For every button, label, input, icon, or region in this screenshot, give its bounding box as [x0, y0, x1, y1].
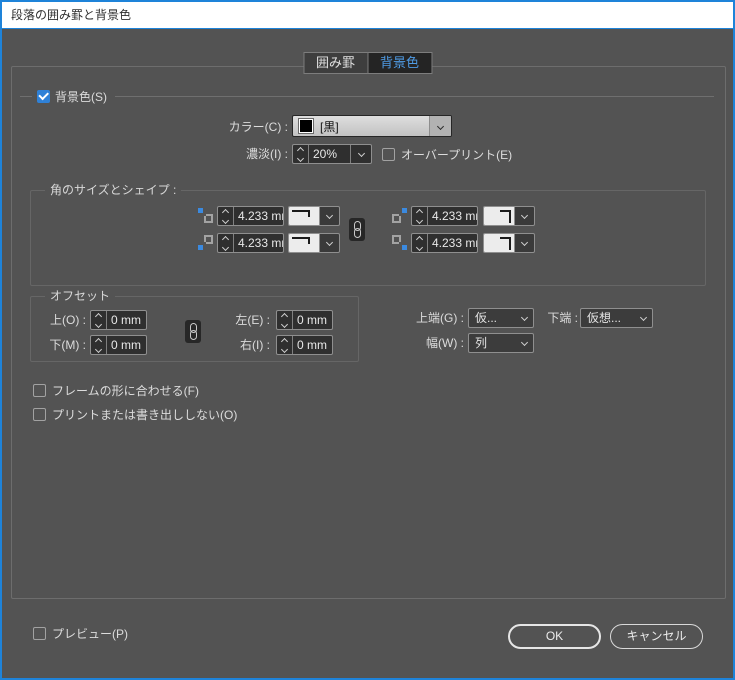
- corner-size-shape-legend: 角のサイズとシェイプ :: [45, 182, 181, 198]
- chevron-down-icon[interactable]: [515, 334, 533, 352]
- shading-enable-checkbox[interactable]: [37, 90, 50, 103]
- overprint-checkbox[interactable]: [382, 148, 395, 161]
- offset-left-stepper[interactable]: 0 mm: [276, 310, 333, 330]
- window-title: 段落の囲み罫と背景色: [11, 2, 131, 28]
- corner-shape-preview-icon: [484, 207, 515, 225]
- stepper-buttons-icon[interactable]: [277, 311, 293, 329]
- stepper-buttons-icon[interactable]: [412, 207, 428, 225]
- paragraph-border-shading-dialog: 段落の囲み罫と背景色 囲み罫 背景色 背景色(S) カラー(C) : [黒] 濃…: [0, 0, 735, 680]
- corner-top-right-shape-dropdown[interactable]: [483, 206, 535, 226]
- ok-button[interactable]: OK: [508, 624, 601, 649]
- legend-line-right: [115, 96, 714, 97]
- corner-top-right-value[interactable]: 4.233 mm: [428, 207, 477, 225]
- corner-shape-preview-icon: [484, 234, 515, 252]
- tab-group: 囲み罫 背景色: [303, 52, 432, 74]
- corner-bottom-right-value[interactable]: 4.233 mm: [428, 234, 477, 252]
- corner-shape-preview-icon: [289, 207, 320, 225]
- corner-bottom-left-stepper[interactable]: 4.233 mm: [217, 233, 284, 253]
- offset-right-value[interactable]: 0 mm: [293, 336, 332, 354]
- no-print-label[interactable]: プリントまたは書き出ししない(O): [52, 405, 237, 425]
- color-value: [黒]: [320, 118, 429, 135]
- chevron-down-icon[interactable]: [634, 309, 652, 327]
- chevron-down-icon[interactable]: [515, 207, 533, 225]
- title-bar[interactable]: 段落の囲み罫と背景色: [2, 2, 733, 29]
- top-edge-label: 上端(G) :: [396, 308, 464, 328]
- stepper-buttons-icon[interactable]: [277, 336, 293, 354]
- stepper-buttons-icon[interactable]: [218, 207, 234, 225]
- preview-checkbox[interactable]: [33, 627, 46, 640]
- bottom-edge-label: 下端 :: [536, 308, 578, 328]
- offset-link-chain-icon[interactable]: [185, 320, 201, 343]
- tint-value[interactable]: 20%: [309, 145, 350, 163]
- corner-shape-preview-icon: [289, 234, 320, 252]
- tint-stepper[interactable]: 20%: [292, 144, 372, 164]
- no-print-checkbox[interactable]: [33, 408, 46, 421]
- bottom-edge-dropdown[interactable]: 仮想...: [580, 308, 653, 328]
- corner-top-right-icon: [392, 208, 407, 223]
- fit-frame-label[interactable]: フレームの形に合わせる(F): [52, 381, 199, 401]
- corner-top-left-value[interactable]: 4.233 mm: [234, 207, 283, 225]
- corner-bottom-right-icon: [392, 235, 407, 250]
- offset-right-label: 右(I) :: [226, 335, 270, 355]
- stepper-buttons-icon[interactable]: [218, 234, 234, 252]
- offset-bottom-label: 下(M) :: [36, 335, 86, 355]
- preview-label[interactable]: プレビュー(P): [52, 624, 128, 644]
- width-label: 幅(W) :: [396, 333, 464, 353]
- shading-enable-group: 背景色(S): [20, 89, 714, 103]
- corner-bottom-right-shape-dropdown[interactable]: [483, 233, 535, 253]
- color-dropdown[interactable]: [黒]: [292, 115, 452, 137]
- offset-bottom-value[interactable]: 0 mm: [107, 336, 146, 354]
- tint-label: 濃淡(I) :: [180, 144, 288, 164]
- stepper-buttons-icon[interactable]: [293, 145, 309, 163]
- color-label: カラー(C) :: [180, 116, 288, 138]
- top-edge-value: 仮...: [469, 309, 515, 327]
- corner-size-shape-group: 角のサイズとシェイプ :: [30, 190, 706, 286]
- tab-shading[interactable]: 背景色: [367, 52, 432, 74]
- width-value: 列: [469, 334, 515, 352]
- corner-top-left-stepper[interactable]: 4.233 mm: [217, 206, 284, 226]
- overprint-label[interactable]: オーバープリント(E): [401, 145, 512, 165]
- top-edge-dropdown[interactable]: 仮...: [468, 308, 534, 328]
- chevron-down-icon[interactable]: [429, 116, 451, 136]
- cancel-button[interactable]: キャンセル: [610, 624, 703, 649]
- tab-border[interactable]: 囲み罫: [303, 52, 367, 74]
- corner-top-right-stepper[interactable]: 4.233 mm: [411, 206, 478, 226]
- corner-link-chain-icon[interactable]: [349, 218, 365, 241]
- offset-top-value[interactable]: 0 mm: [107, 311, 146, 329]
- offset-bottom-stepper[interactable]: 0 mm: [90, 335, 147, 355]
- corner-top-left-icon: [198, 208, 213, 223]
- bottom-edge-value: 仮想...: [581, 309, 634, 327]
- corner-bottom-right-stepper[interactable]: 4.233 mm: [411, 233, 478, 253]
- corner-bottom-left-value[interactable]: 4.233 mm: [234, 234, 283, 252]
- offset-top-stepper[interactable]: 0 mm: [90, 310, 147, 330]
- width-dropdown[interactable]: 列: [468, 333, 534, 353]
- stepper-buttons-icon[interactable]: [91, 311, 107, 329]
- offset-legend: オフセット: [45, 288, 115, 304]
- shading-enable-label[interactable]: 背景色(S): [55, 88, 107, 105]
- chevron-down-icon[interactable]: [320, 207, 338, 225]
- corner-bottom-left-shape-dropdown[interactable]: [288, 233, 340, 253]
- stepper-buttons-icon[interactable]: [91, 336, 107, 354]
- fit-frame-checkbox[interactable]: [33, 384, 46, 397]
- offset-left-value[interactable]: 0 mm: [293, 311, 332, 329]
- chevron-down-icon[interactable]: [515, 309, 533, 327]
- offset-right-stepper[interactable]: 0 mm: [276, 335, 333, 355]
- stepper-buttons-icon[interactable]: [412, 234, 428, 252]
- corner-bottom-left-icon: [198, 235, 213, 250]
- offset-top-label: 上(O) :: [36, 310, 86, 330]
- legend-line-left: [20, 96, 32, 97]
- chevron-down-icon[interactable]: [320, 234, 338, 252]
- chevron-down-icon[interactable]: [515, 234, 533, 252]
- corner-top-left-shape-dropdown[interactable]: [288, 206, 340, 226]
- offset-left-label: 左(E) :: [226, 310, 270, 330]
- color-swatch: [299, 119, 313, 133]
- chevron-down-icon[interactable]: [350, 145, 371, 163]
